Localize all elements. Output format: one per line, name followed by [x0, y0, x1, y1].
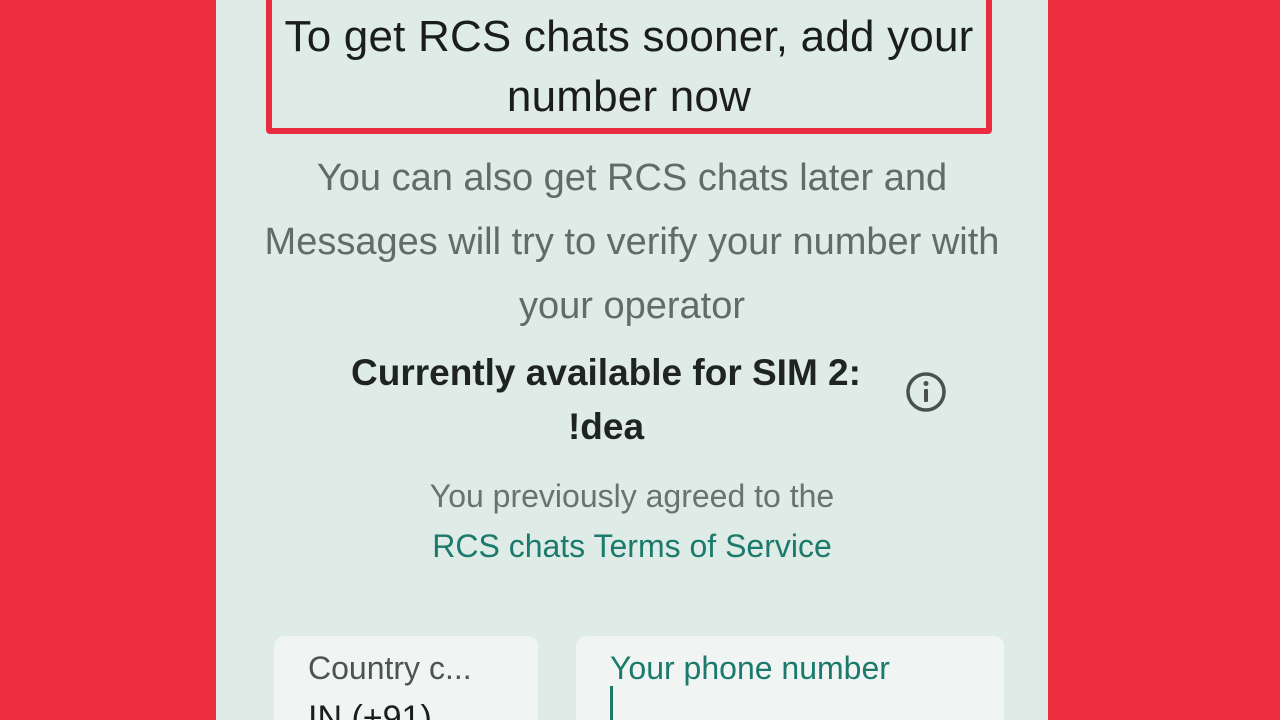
country-code-value: IN (+91) — [308, 699, 432, 720]
phone-number-field[interactable]: Your phone number — [576, 636, 1004, 720]
phone-number-input[interactable] — [606, 692, 986, 720]
highlighted-title-box: To get RCS chats sooner, add your number… — [266, 0, 992, 134]
sim-availability-text: Currently available for SIM 2: !dea — [351, 352, 861, 447]
page-title: To get RCS chats sooner, add your number… — [284, 12, 974, 121]
country-code-label: Country c... — [308, 650, 472, 686]
phone-number-label: Your phone number — [610, 650, 890, 686]
rcs-verification-screen: To get RCS chats sooner, add your number… — [216, 0, 1048, 720]
info-icon[interactable] — [904, 370, 948, 414]
terms-of-service-link[interactable]: RCS chats Terms of Service — [336, 520, 928, 572]
previously-agreed-text: You previously agreed to the — [429, 478, 835, 514]
description-text: You can also get RCS chats later and Mes… — [264, 157, 1000, 327]
country-code-field[interactable]: Country c... IN (+91) — [274, 636, 538, 720]
